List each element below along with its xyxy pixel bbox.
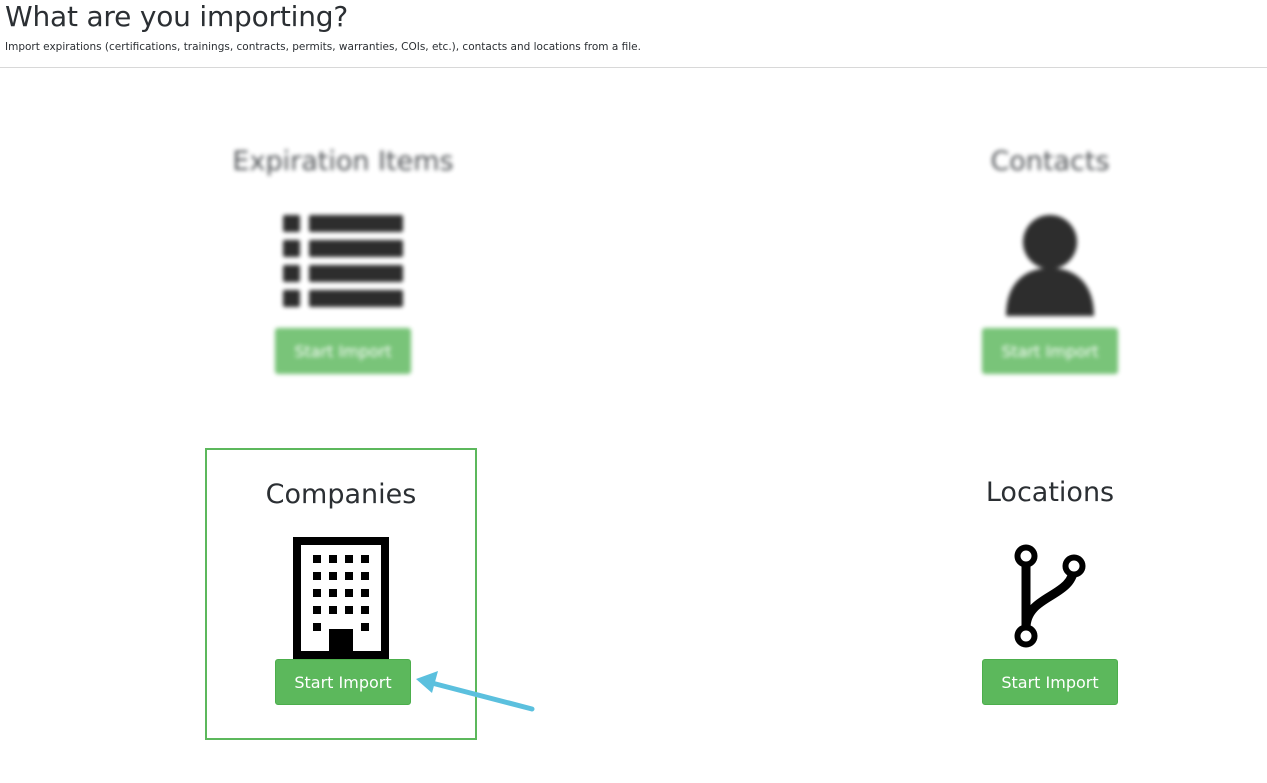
- card-title-contacts: Contacts: [990, 146, 1110, 177]
- card-title-companies: Companies: [265, 479, 417, 510]
- annotation-arrow-icon: [416, 671, 535, 712]
- branch-icon: [914, 544, 1186, 654]
- list-icon: [207, 213, 479, 315]
- start-import-button-contacts[interactable]: Start Import: [982, 328, 1118, 374]
- start-import-button-locations[interactable]: Start Import: [982, 659, 1118, 705]
- card-contacts: Contacts Start Import: [914, 120, 1186, 412]
- card-expiration-items: Expiration Items Start Import: [207, 120, 479, 412]
- card-title-locations: Locations: [985, 477, 1115, 508]
- user-icon: [914, 212, 1186, 322]
- start-import-button-expiration-items[interactable]: Start Import: [275, 328, 411, 374]
- page-header: What are you importing? Import expiratio…: [0, 0, 1267, 68]
- start-import-button-companies[interactable]: Start Import: [275, 659, 411, 705]
- page-title: What are you importing?: [5, 0, 349, 33]
- import-page: What are you importing? Import expiratio…: [0, 0, 1267, 783]
- building-icon: [207, 537, 475, 663]
- card-locations: Locations Start Import: [914, 450, 1186, 742]
- card-title-expiration-items: Expiration Items: [232, 146, 454, 177]
- page-subtitle: Import expirations (certifications, trai…: [5, 41, 641, 53]
